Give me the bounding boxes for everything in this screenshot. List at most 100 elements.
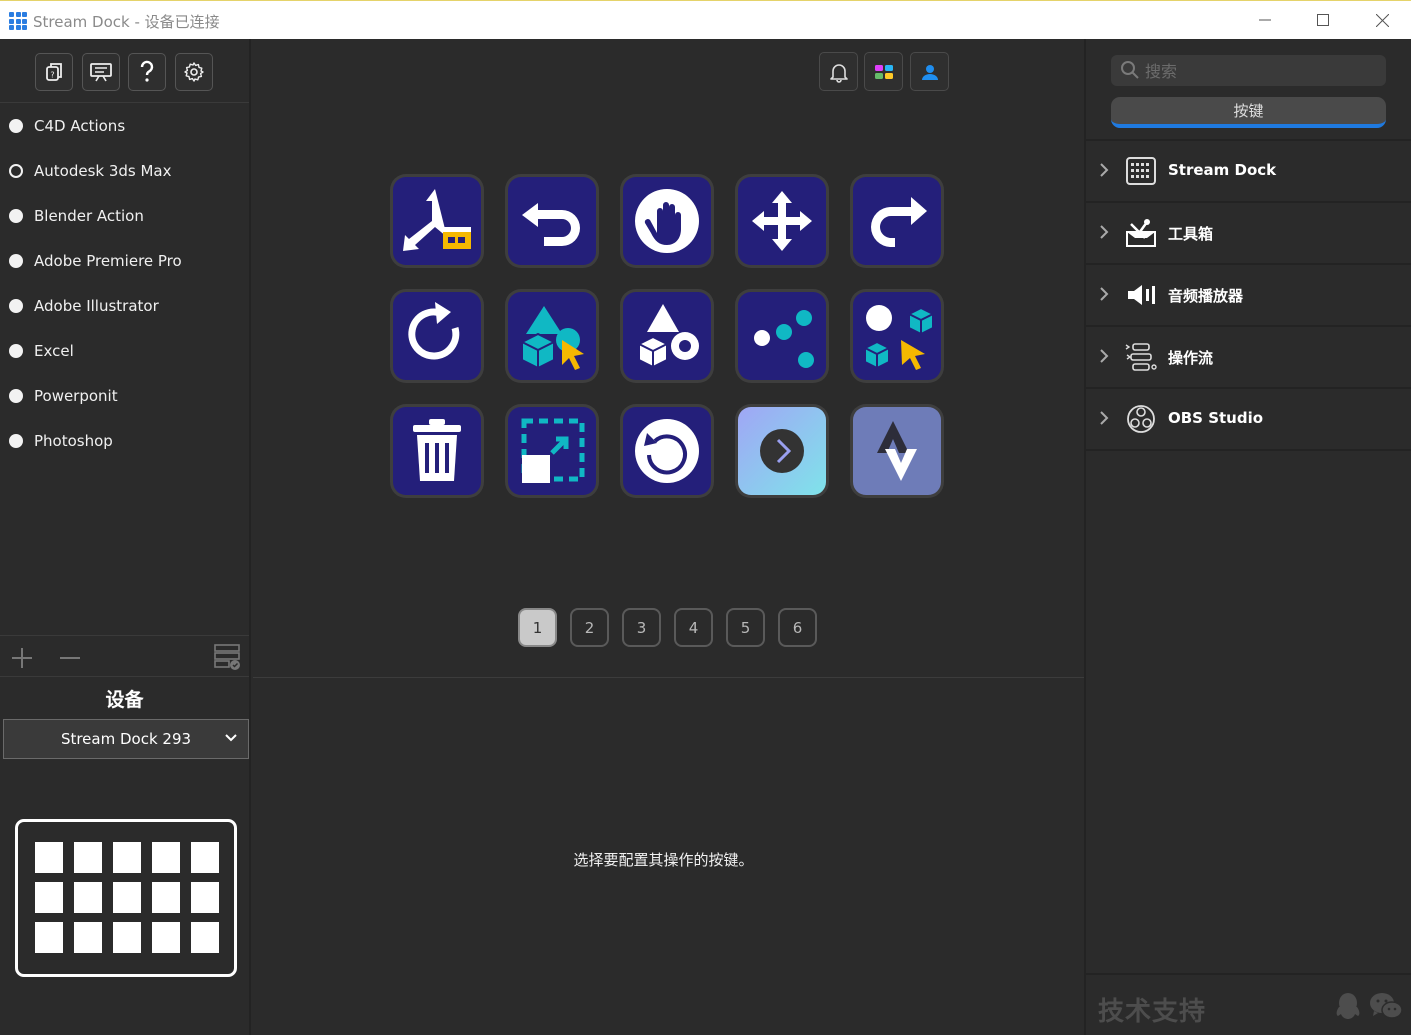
app-logo-icon (9, 12, 27, 30)
plugin-store-button[interactable] (864, 52, 903, 91)
key-slot[interactable] (850, 404, 944, 498)
support-label: 技术支持 (1098, 997, 1207, 1027)
minimize-button[interactable] (1242, 1, 1288, 39)
close-button[interactable] (1359, 1, 1405, 39)
shapes-select-icon (864, 305, 934, 370)
select-object-icon (521, 306, 584, 370)
key-slot[interactable] (850, 174, 944, 268)
key-slot[interactable] (505, 289, 599, 383)
maximize-button[interactable] (1300, 1, 1346, 39)
profile-dot-icon (9, 208, 23, 223)
rotate-view-icon (635, 419, 699, 483)
window-title: Stream Dock - 设备已连接 (33, 13, 220, 31)
keypad-icon (1124, 155, 1158, 187)
profile-dot-icon (9, 388, 23, 403)
key-slot[interactable] (505, 174, 599, 268)
minimize-icon (1259, 19, 1271, 21)
profile-item[interactable]: Adobe Illustrator (0, 283, 249, 328)
key-slot[interactable] (735, 289, 829, 383)
maximize-icon (1317, 14, 1329, 26)
remove-profile-button[interactable] (60, 648, 80, 668)
copy-profile-button[interactable]: ? (35, 53, 73, 91)
profile-label: Excel (34, 341, 74, 360)
page-button[interactable]: 5 (726, 608, 765, 647)
profile-label: Photoshop (34, 431, 113, 450)
notifications-button[interactable] (819, 52, 858, 91)
presentation-button[interactable] (82, 53, 120, 91)
config-hint: 选择要配置其操作的按键。 (573, 851, 754, 869)
device-select[interactable]: Stream Dock 293 (3, 719, 249, 759)
category-label: 工具箱 (1168, 225, 1214, 243)
close-icon (1375, 13, 1389, 27)
wechat-icon[interactable] (1369, 991, 1403, 1021)
keypad (390, 174, 944, 498)
support-bar: 技术支持 (1086, 973, 1411, 1035)
key-slot[interactable] (390, 174, 484, 268)
profile-actions-bar (0, 635, 249, 677)
settings-button[interactable] (175, 53, 213, 91)
profile-dot-icon (9, 433, 23, 448)
profile-manager-icon[interactable] (213, 642, 243, 672)
undo-icon (522, 203, 580, 246)
profile-item[interactable]: Adobe Premiere Pro (0, 238, 249, 283)
category-obs-studio[interactable]: OBS Studio (1086, 389, 1411, 451)
chevron-right-icon (1100, 287, 1109, 301)
page-button[interactable]: 3 (622, 608, 661, 647)
user-icon (921, 64, 938, 80)
page-button[interactable]: 2 (570, 608, 609, 647)
qq-icon[interactable] (1334, 991, 1362, 1021)
chevron-down-icon (225, 734, 237, 742)
key-slot[interactable] (735, 174, 829, 268)
divider (253, 677, 1084, 678)
device-key-grid (35, 842, 219, 953)
question-icon (140, 60, 154, 82)
speaker-icon (1124, 279, 1158, 311)
key-slot[interactable] (390, 289, 484, 383)
profile-label: Adobe Premiere Pro (34, 251, 182, 270)
key-slot[interactable] (850, 289, 944, 383)
device-preview (15, 819, 237, 977)
key-editor: 1 2 3 4 5 6 选择要配置其操作的按键。 (253, 39, 1084, 1035)
profile-label: C4D Actions (34, 116, 126, 135)
profile-item[interactable]: Autodesk 3ds Max (0, 148, 249, 193)
flow-icon (1124, 341, 1158, 373)
page-button[interactable]: 6 (778, 608, 817, 647)
profile-dot-icon (9, 298, 23, 313)
key-slot[interactable] (620, 404, 714, 498)
profile-list: C4D Actions Autodesk 3ds Max Blender Act… (0, 103, 249, 463)
page-button[interactable]: 1 (518, 608, 557, 647)
category-toolbox[interactable]: 工具箱 (1086, 203, 1411, 265)
tab-keys[interactable]: 按键 (1111, 97, 1386, 128)
chevron-right-icon (1100, 349, 1109, 363)
help-button[interactable] (128, 53, 166, 91)
key-slot[interactable] (735, 404, 829, 498)
key-slot[interactable] (390, 404, 484, 498)
rotate-cw-icon (408, 302, 460, 360)
key-slot[interactable] (505, 404, 599, 498)
bell-icon (829, 63, 848, 83)
profile-item[interactable]: Photoshop (0, 418, 249, 463)
profile-item[interactable]: Powerponit (0, 373, 249, 418)
category-flow[interactable]: 操作流 (1086, 327, 1411, 389)
profile-item[interactable]: C4D Actions (0, 103, 249, 148)
search-box[interactable] (1111, 55, 1386, 86)
category-stream-dock[interactable]: Stream Dock (1086, 141, 1411, 203)
device-select-value: Stream Dock 293 (60, 730, 192, 748)
key-slot[interactable] (620, 174, 714, 268)
title-bar: Stream Dock - 设备已连接 (0, 0, 1411, 39)
category-label: 操作流 (1168, 349, 1214, 367)
key-slot[interactable] (620, 289, 714, 383)
page-button[interactable]: 4 (674, 608, 713, 647)
account-button[interactable] (910, 52, 949, 91)
chevron-right-icon (1100, 163, 1109, 177)
scale-select-icon (521, 418, 585, 483)
add-profile-button[interactable] (12, 648, 32, 668)
profile-label: Powerponit (34, 386, 118, 405)
profile-item[interactable]: Blender Action (0, 193, 249, 238)
search-input[interactable] (1145, 59, 1375, 83)
chevron-right-icon (1100, 411, 1109, 425)
profile-dot-icon (9, 118, 23, 133)
profile-item[interactable]: Excel (0, 328, 249, 373)
category-audio-player[interactable]: 音频播放器 (1086, 265, 1411, 327)
category-label: 音频播放器 (1168, 287, 1244, 305)
